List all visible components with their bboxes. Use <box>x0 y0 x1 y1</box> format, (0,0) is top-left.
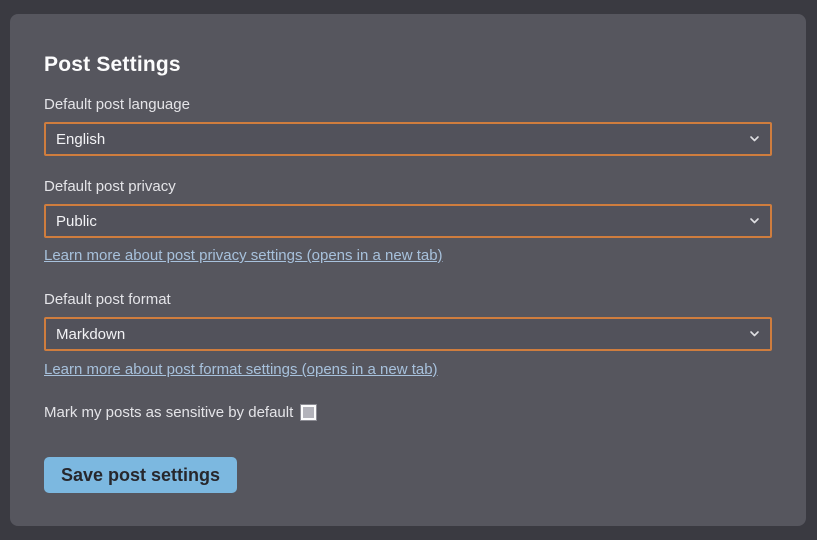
format-learn-more-link[interactable]: Learn more about post format settings (o… <box>44 361 438 378</box>
format-label: Default post format <box>44 290 772 310</box>
post-settings-card: Post Settings Default post language Engl… <box>10 14 806 526</box>
format-select[interactable]: Markdown <box>44 317 772 351</box>
sensitive-checkbox-row: Mark my posts as sensitive by default <box>44 404 772 421</box>
language-field-group: Default post language English <box>44 95 772 156</box>
privacy-select[interactable]: Public <box>44 204 772 238</box>
format-select-wrap: Markdown <box>44 317 772 351</box>
language-label: Default post language <box>44 95 772 115</box>
privacy-field-group: Default post privacy Public Learn more a… <box>44 177 772 265</box>
language-select[interactable]: English <box>44 122 772 156</box>
privacy-learn-more-link[interactable]: Learn more about post privacy settings (… <box>44 247 443 264</box>
privacy-select-wrap: Public <box>44 204 772 238</box>
save-post-settings-button[interactable]: Save post settings <box>44 457 237 493</box>
sensitive-label: Mark my posts as sensitive by default <box>44 404 293 421</box>
language-select-wrap: English <box>44 122 772 156</box>
format-field-group: Default post format Markdown Learn more … <box>44 290 772 379</box>
page-title: Post Settings <box>44 52 772 78</box>
sensitive-checkbox[interactable] <box>301 405 316 420</box>
privacy-label: Default post privacy <box>44 177 772 197</box>
